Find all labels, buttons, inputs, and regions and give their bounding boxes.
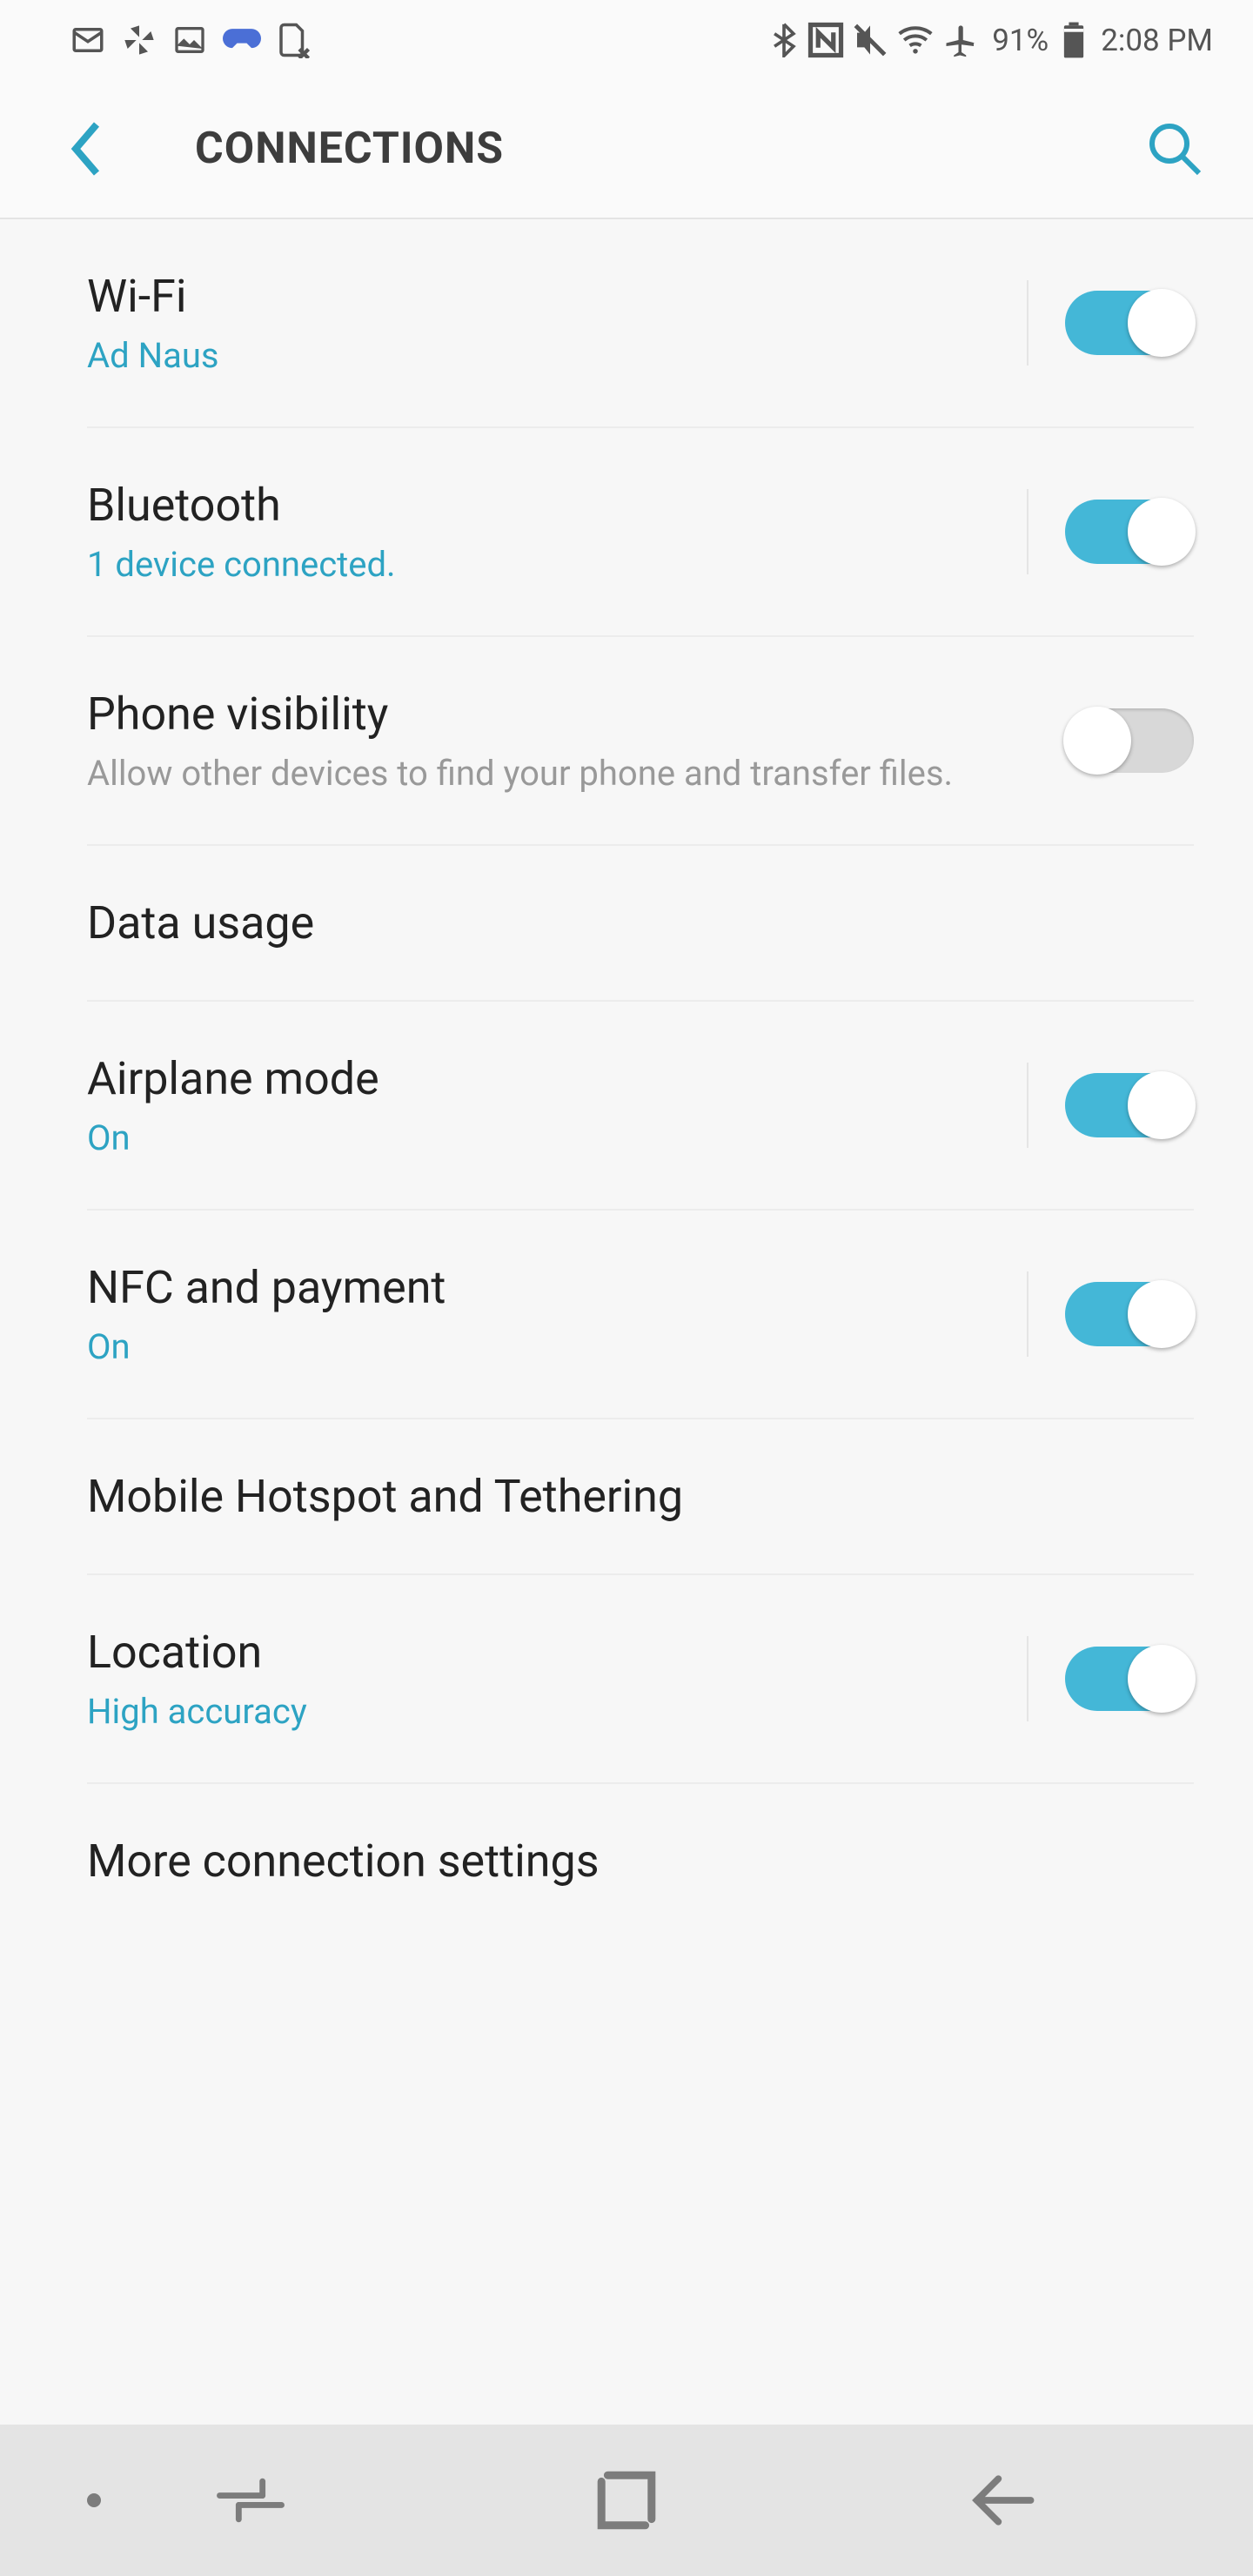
mail-icon [70, 22, 106, 58]
page-title: CONNECTIONS [195, 124, 504, 174]
nfc-title: NFC and payment [87, 1261, 1006, 1314]
sim-off-icon [277, 22, 310, 58]
nav-indicator-dot[interactable] [87, 2493, 101, 2507]
settings-list: Wi-Fi Ad Naus Bluetooth 1 device connect… [0, 219, 1253, 2425]
phone-visibility-toggle[interactable] [1065, 708, 1194, 773]
nav-back-button[interactable] [962, 2460, 1042, 2540]
hotspot-row[interactable]: Mobile Hotspot and Tethering [87, 1419, 1194, 1575]
status-left-icons [70, 22, 310, 58]
battery-percentage: 91% [992, 23, 1049, 58]
pinwheel-icon [122, 23, 157, 57]
battery-icon [1062, 22, 1085, 58]
hotspot-title: Mobile Hotspot and Tethering [87, 1470, 1194, 1523]
search-icon [1147, 121, 1203, 177]
bluetooth-toggle[interactable] [1065, 500, 1194, 564]
image-icon [172, 23, 207, 57]
airplane-mode-toggle[interactable] [1065, 1073, 1194, 1137]
divider [1027, 280, 1029, 366]
status-bar: 91% 2:08 PM [0, 0, 1253, 80]
home-button[interactable] [586, 2460, 667, 2540]
nfc-icon [807, 22, 844, 58]
home-icon [595, 2469, 658, 2532]
clock: 2:08 PM [1101, 23, 1213, 58]
nfc-row[interactable]: NFC and payment On [87, 1211, 1194, 1419]
wifi-row[interactable]: Wi-Fi Ad Naus [87, 219, 1194, 428]
chevron-left-icon [69, 121, 104, 177]
phone-visibility-subtitle: Allow other devices to find your phone a… [87, 753, 1065, 794]
airplane-mode-subtitle: On [87, 1117, 1006, 1158]
more-connection-row[interactable]: More connection settings [87, 1784, 1194, 1938]
airplane-mode-row[interactable]: Airplane mode On [87, 1002, 1194, 1211]
bluetooth-icon [769, 23, 799, 57]
nfc-toggle[interactable] [1065, 1282, 1194, 1346]
bluetooth-subtitle: 1 device connected. [87, 544, 1006, 585]
mute-icon [853, 23, 888, 57]
location-subtitle: High accuracy [87, 1691, 1006, 1732]
divider [1027, 489, 1029, 574]
divider [1027, 1271, 1029, 1357]
divider [1027, 1636, 1029, 1721]
wifi-icon [896, 24, 935, 56]
airplane-mode-title: Airplane mode [87, 1052, 1006, 1105]
search-button[interactable] [1131, 105, 1218, 192]
location-toggle[interactable] [1065, 1647, 1194, 1711]
airplane-icon [943, 22, 980, 58]
navigation-bar [0, 2425, 1253, 2576]
wifi-title: Wi-Fi [87, 270, 1006, 323]
app-bar: CONNECTIONS [0, 80, 1253, 219]
back-button[interactable] [38, 101, 134, 197]
data-usage-title: Data usage [87, 896, 1194, 949]
bluetooth-title: Bluetooth [87, 479, 1006, 532]
more-connection-title: More connection settings [87, 1835, 1194, 1888]
status-right-icons: 91% 2:08 PM [769, 22, 1213, 58]
bluetooth-row[interactable]: Bluetooth 1 device connected. [87, 428, 1194, 637]
recents-icon [215, 2478, 286, 2523]
wifi-subtitle: Ad Naus [87, 335, 1006, 376]
controller-icon [223, 27, 261, 53]
location-row[interactable]: Location High accuracy [87, 1575, 1194, 1784]
arrow-left-icon [968, 2473, 1036, 2527]
recents-button[interactable] [211, 2460, 291, 2540]
location-title: Location [87, 1626, 1006, 1679]
phone-visibility-title: Phone visibility [87, 688, 1065, 741]
data-usage-row[interactable]: Data usage [87, 846, 1194, 1002]
divider [1027, 1063, 1029, 1148]
wifi-toggle[interactable] [1065, 291, 1194, 355]
nfc-subtitle: On [87, 1326, 1006, 1367]
phone-visibility-row[interactable]: Phone visibility Allow other devices to … [87, 637, 1194, 846]
